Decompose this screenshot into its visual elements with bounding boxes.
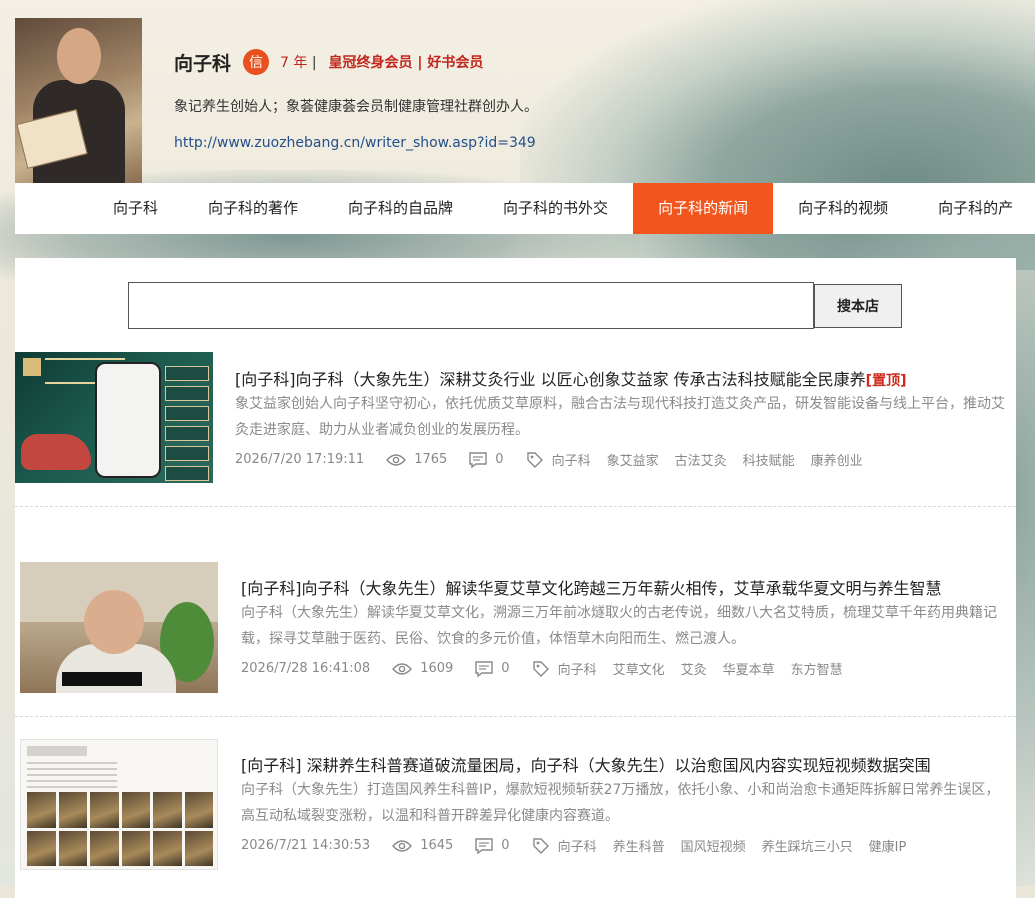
years-value: 7 年 (280, 55, 308, 71)
membership-years: 7 年 | (280, 52, 317, 72)
pinned-label: [置顶] (865, 373, 907, 389)
tag-icon (526, 451, 544, 469)
search-store-button[interactable]: 搜本店 (814, 284, 902, 328)
news-title[interactable]: [向子科] 深耕养生科普赛道破流量困局，向子科（大象先生）以治愈国风内容实现短视… (241, 752, 931, 776)
news-summary: 向子科（大象先生）打造国风养生科普IP，爆款短视频斩获27万播放，依托小象、小和… (241, 782, 1000, 824)
comment-count: 0 (501, 838, 510, 853)
eye-icon (386, 453, 407, 467)
news-tag[interactable]: 古法艾灸 (675, 450, 727, 469)
publish-date: 2026/7/20 17:19:11 (235, 452, 365, 467)
news-meta: 2026/7/28 16:41:08 1609 0 向子科 艾草文化 艾灸 华夏… (241, 659, 859, 678)
news-tag[interactable]: 养生踩坑三小只 (762, 836, 853, 855)
news-tag[interactable]: 科技赋能 (743, 450, 795, 469)
news-title-text[interactable]: [向子科]向子科（大象先生）深耕艾灸行业 以匠心创象艾益家 传承古法科技赋能全民… (235, 370, 866, 389)
comment-count: 0 (501, 661, 510, 676)
list-divider (15, 716, 1016, 717)
nav-tab-home[interactable]: 向子科 (88, 183, 183, 234)
view-count: 1609 (420, 661, 454, 676)
nav-tab-products[interactable]: 向子科的产 (913, 183, 1035, 234)
news-thumbnail[interactable] (20, 562, 218, 693)
news-item[interactable]: [向子科] 深耕养生科普赛道破流量困局，向子科（大象先生）以治愈国风内容实现短视… (15, 739, 1016, 870)
news-tag[interactable]: 向子科 (558, 659, 597, 678)
author-nav: 向子科 向子科的著作 向子科的自品牌 向子科的书外交 向子科的新闻 向子科的视频… (15, 183, 1035, 234)
publish-date: 2026/7/21 14:30:53 (241, 838, 371, 853)
author-bio: 象记养生创始人；象荟健康荟会员制健康管理社群创办人。 (174, 99, 538, 115)
store-search-input[interactable] (128, 282, 814, 329)
publish-date: 2026/7/28 16:41:08 (241, 661, 371, 676)
tag-icon (532, 837, 550, 855)
news-thumbnail[interactable] (15, 352, 213, 483)
nav-tab-diplomacy[interactable]: 向子科的书外交 (478, 183, 633, 234)
nav-tab-videos[interactable]: 向子科的视频 (773, 183, 913, 234)
news-title[interactable]: [向子科]向子科（大象先生）深耕艾灸行业 以匠心创象艾益家 传承古法科技赋能全民… (235, 366, 906, 390)
author-name-row: 向子科 信 7 年 | 皇冠终身会员 | 好书会员 (174, 49, 483, 75)
news-item[interactable]: [向子科]向子科（大象先生）深耕艾灸行业 以匠心创象艾益家 传承古法科技赋能全民… (15, 352, 1016, 483)
news-tag[interactable]: 康养创业 (811, 450, 863, 469)
comment-icon[interactable] (469, 451, 487, 468)
author-name: 向子科 (174, 52, 232, 75)
nav-tab-works[interactable]: 向子科的著作 (183, 183, 323, 234)
news-tag[interactable]: 向子科 (552, 450, 591, 469)
news-summary: 向子科（大象先生）解读华夏艾草文化，溯源三万年前冰燧取火的古老传说，细数八大名艾… (241, 605, 997, 647)
news-tag[interactable]: 艾草文化 (613, 659, 665, 678)
news-meta: 2026/7/20 17:19:11 1765 0 向子科 象艾益家 古法艾灸 … (235, 450, 879, 469)
news-tag[interactable]: 养生科普 (613, 836, 665, 855)
news-summary: 象艾益家创始人向子科坚守初心，依托优质艾草原料，融合古法与现代科技打造艾灸产品，… (235, 396, 1005, 438)
eye-icon (392, 662, 413, 676)
news-tag[interactable]: 华夏本草 (723, 659, 775, 678)
news-tag[interactable]: 艾灸 (681, 659, 707, 678)
comment-count: 0 (495, 452, 504, 467)
news-tag[interactable]: 向子科 (558, 836, 597, 855)
author-avatar[interactable] (15, 18, 142, 183)
news-meta: 2026/7/21 14:30:53 1645 0 向子科 养生科普 国风短视频… (241, 836, 922, 855)
news-title[interactable]: [向子科]向子科（大象先生）解读华夏艾草文化跨越三万年薪火相传，艾草承载华夏文明… (241, 575, 942, 599)
eye-icon (392, 839, 413, 853)
tag-icon (532, 660, 550, 678)
list-divider (15, 506, 1016, 507)
nav-tab-news[interactable]: 向子科的新闻 (633, 183, 774, 234)
news-list-panel: 搜本店 [向子科]向子科（大象先生）深耕艾灸行业 以匠心创象艾益家 传承古法科技… (15, 258, 1016, 898)
view-count: 1765 (414, 452, 448, 467)
years-separator: | (311, 55, 317, 71)
membership-level: 皇冠终身会员 | 好书会员 (328, 55, 484, 71)
view-count: 1645 (420, 838, 454, 853)
author-header: 向子科 信 7 年 | 皇冠终身会员 | 好书会员 象记养生创始人；象荟健康荟会… (15, 18, 1035, 183)
comment-icon[interactable] (475, 837, 493, 854)
nav-tab-brand[interactable]: 向子科的自品牌 (323, 183, 478, 234)
news-tag[interactable]: 健康IP (869, 836, 907, 855)
news-tag[interactable]: 国风短视频 (681, 836, 746, 855)
news-thumbnail[interactable] (20, 739, 218, 870)
credit-badge-icon[interactable]: 信 (243, 49, 270, 75)
comment-icon[interactable] (475, 660, 493, 677)
news-tag[interactable]: 象艾益家 (607, 450, 659, 469)
news-tag[interactable]: 东方智慧 (791, 659, 843, 678)
news-item[interactable]: [向子科]向子科（大象先生）解读华夏艾草文化跨越三万年薪火相传，艾草承载华夏文明… (15, 562, 1016, 693)
author-profile-link[interactable]: http://www.zuozhebang.cn/writer_show.asp… (174, 135, 536, 151)
